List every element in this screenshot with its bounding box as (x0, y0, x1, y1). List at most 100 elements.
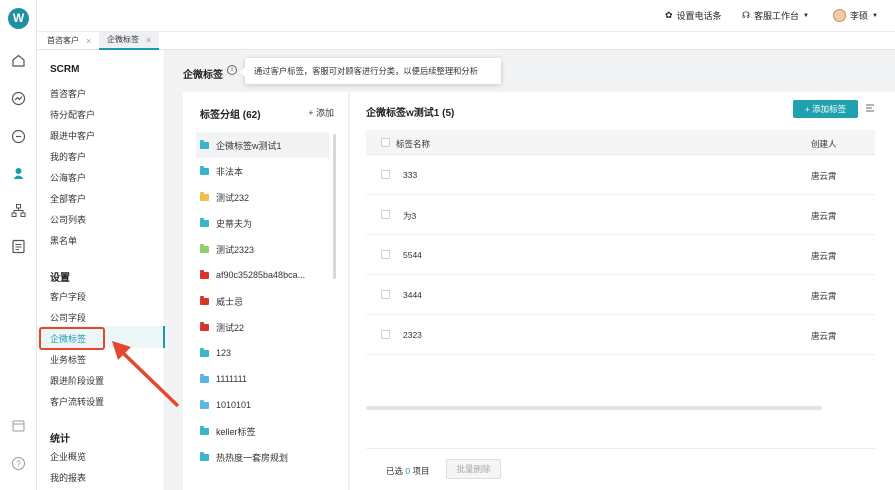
sidebar: SCRM 首咨客户 待分配客户 跟进中客户 我的客户 公海客户 全部客户 公司列… (37, 50, 165, 490)
customer-icon[interactable] (10, 165, 27, 182)
main-content: 企微标签 i 通过客户标签，客服可对顾客进行分类，以便后续整理和分析 标签分组 … (165, 50, 895, 490)
tag-name-cell: 3444 (403, 290, 422, 300)
sidebar-item-customer-fields[interactable]: 客户字段 (50, 290, 86, 303)
group-item[interactable]: 测试232 (200, 184, 333, 210)
group-item[interactable]: 测试2323 (200, 236, 333, 262)
group-item-label: keller标签 (216, 426, 256, 437)
group-item[interactable]: 企微标签w测试1 (196, 132, 329, 158)
avatar (833, 9, 846, 22)
column-settings-icon[interactable] (865, 103, 875, 113)
sidebar-item-flow-settings[interactable]: 客户流转设置 (50, 395, 104, 408)
row-checkbox[interactable] (381, 170, 390, 179)
table-row[interactable]: 为3 唐云霄 (366, 195, 875, 235)
tab-label: 首咨客户 (47, 36, 79, 45)
group-item-label: 史蒂夫为 (216, 218, 253, 229)
group-item[interactable]: 威士忌 (200, 288, 333, 314)
tag-name-cell: 2323 (403, 330, 422, 340)
group-item[interactable]: 1111111 (200, 366, 333, 392)
top-bar: ✿ 设置电话条 ☊ 客服工作台 ▼ 李硕 ▼ (37, 0, 895, 32)
tab-bar: 首咨客户 × 企微标签 × (37, 32, 895, 50)
sidebar-item-first-consult[interactable]: 首咨客户 (50, 87, 86, 100)
row-checkbox[interactable] (381, 330, 390, 339)
group-item-label: 威士忌 (216, 296, 244, 307)
group-item-label: 1111111 (216, 374, 248, 384)
folder-icon (200, 295, 209, 305)
folder-icon (200, 243, 209, 253)
group-item-label: 非法本 (216, 166, 244, 177)
group-item[interactable]: keller标签 (200, 418, 333, 444)
horizontal-scrollbar[interactable] (366, 406, 822, 410)
sidebar-item-following[interactable]: 跟进中客户 (50, 129, 95, 142)
sidebar-item-all-customers[interactable]: 全部客户 (50, 192, 86, 205)
group-item[interactable]: 史蒂夫为 (200, 210, 333, 236)
folder-icon (200, 399, 209, 409)
page-title: 企微标签 (183, 70, 223, 81)
sidebar-item-company-list[interactable]: 公司列表 (50, 213, 86, 226)
tag-table-title: 企微标签w测试1 (5) (366, 108, 455, 119)
group-item-label: 热热度一套房规划 (216, 452, 289, 463)
tooltip: 通过客户标签，客服可对顾客进行分类，以便后续整理和分析 (240, 58, 501, 84)
group-item-label: 测试22 (216, 322, 245, 333)
selected-count-text: 已选 0 项目 (386, 465, 430, 477)
tab-wecom-tags[interactable]: 企微标签 × (99, 31, 160, 50)
sidebar-item-public-pool[interactable]: 公海客户 (50, 171, 86, 184)
row-checkbox[interactable] (381, 210, 390, 219)
creator-cell: 唐云霄 (811, 211, 837, 221)
group-item[interactable]: 非法本 (200, 158, 333, 184)
column-header-name: 标签名称 (396, 139, 431, 149)
folder-icon (200, 321, 209, 331)
sidebar-section-stats: 统计 (50, 434, 70, 445)
phone-settings-label: 设置电话条 (676, 11, 722, 21)
group-item-label: 企微标签w测试1 (216, 140, 282, 151)
tab-first-consult[interactable]: 首咨客户 × (39, 32, 99, 50)
add-tag-button[interactable]: + 添加标签 (793, 100, 858, 118)
info-icon[interactable]: i (227, 65, 237, 75)
svg-text:?: ? (16, 460, 21, 469)
group-item[interactable]: 123 (200, 340, 333, 366)
phone-settings-link[interactable]: ✿ 设置电话条 (665, 9, 722, 22)
group-scrollbar[interactable] (333, 134, 336, 279)
select-all-checkbox[interactable] (381, 138, 390, 147)
sidebar-item-follow-stages[interactable]: 跟进阶段设置 (50, 374, 104, 387)
group-item[interactable]: 1010101 (200, 392, 333, 418)
tag-name-cell: 为3 (403, 211, 417, 221)
row-checkbox[interactable] (381, 290, 390, 299)
table-row[interactable]: 3444 唐云霄 (366, 275, 875, 315)
chat-icon[interactable] (10, 128, 27, 145)
selected-count: 0 (405, 466, 411, 476)
add-group-button[interactable]: + 添加 (308, 106, 334, 119)
sidebar-section-settings: 设置 (50, 273, 70, 284)
sidebar-item-business-tags[interactable]: 业务标签 (50, 353, 86, 366)
table-row[interactable]: 5544 唐云霄 (366, 235, 875, 275)
user-menu[interactable]: 李硕 ▼ (833, 9, 878, 22)
close-icon[interactable]: × (86, 32, 91, 50)
help-icon[interactable]: ? (10, 455, 27, 472)
folder-icon (200, 269, 209, 279)
group-item[interactable]: 测试22 (200, 314, 333, 340)
sidebar-section-scrm: SCRM (50, 64, 80, 75)
sidebar-item-company-fields[interactable]: 公司字段 (50, 311, 86, 324)
group-item[interactable]: 热热度一套房规划 (200, 444, 333, 470)
sidebar-item-to-assign[interactable]: 待分配客户 (50, 108, 95, 121)
group-item[interactable]: af90c35285ba48bca... (200, 262, 333, 288)
batch-delete-button[interactable]: 批量删除 (446, 459, 501, 479)
workbench-menu[interactable]: ☊ 客服工作台 ▼ (742, 9, 809, 22)
tag-table-panel: 企微标签w测试1 (5) + 添加标签 标签名称 创建人 333 唐云霄 为3 唐云霄… (350, 92, 895, 490)
chart-icon[interactable] (10, 90, 27, 107)
report-icon[interactable] (10, 238, 27, 255)
group-item-label: 测试2323 (216, 244, 255, 255)
chevron-down-icon: ▼ (803, 12, 809, 19)
app-logo[interactable]: W (8, 8, 29, 29)
org-icon[interactable] (10, 202, 27, 219)
sidebar-item-my-customers[interactable]: 我的客户 (50, 150, 86, 163)
table-row[interactable]: 333 唐云霄 (366, 155, 875, 195)
table-row[interactable]: 2323 唐云霄 (366, 315, 875, 355)
calendar-icon[interactable] (10, 417, 27, 434)
close-icon[interactable]: × (146, 31, 151, 49)
home-icon[interactable] (10, 52, 27, 69)
sidebar-item-blacklist[interactable]: 黑名单 (50, 234, 77, 247)
sidebar-item-enterprise-overview[interactable]: 企业概览 (50, 450, 86, 463)
sidebar-item-my-reports[interactable]: 我的报表 (50, 471, 86, 484)
creator-cell: 唐云霄 (811, 331, 837, 341)
row-checkbox[interactable] (381, 250, 390, 259)
